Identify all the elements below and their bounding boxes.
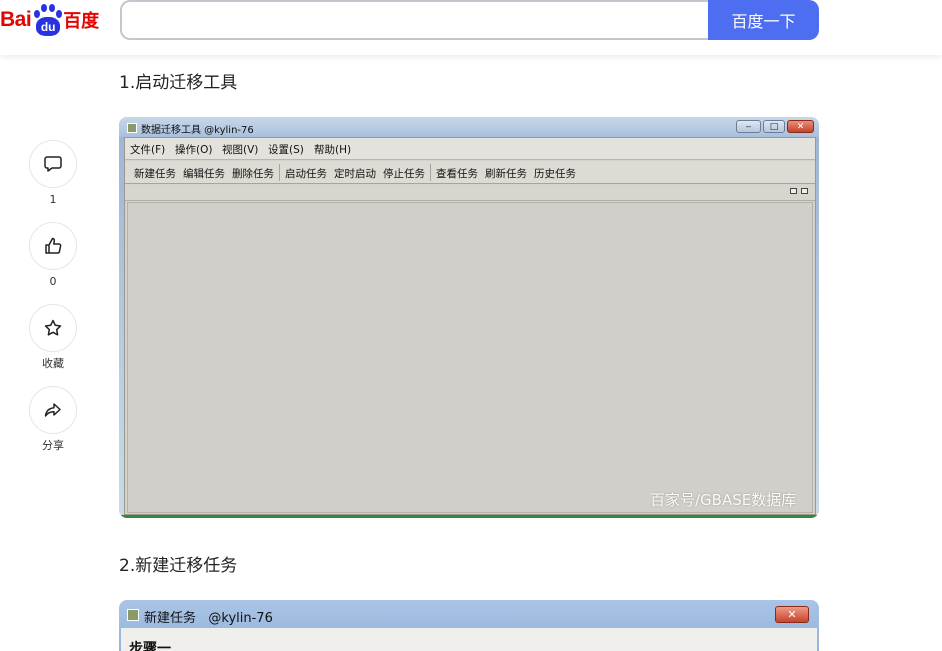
close-button: ✕	[775, 606, 809, 623]
share-icon	[44, 403, 61, 417]
app-icon	[127, 609, 139, 621]
logo-latin-text: Bai	[0, 8, 32, 31]
favorite-button[interactable]	[29, 304, 77, 352]
search-input[interactable]	[120, 0, 710, 40]
section-heading-2: 2.新建迁移任务	[119, 556, 238, 576]
window-body: 文件(F) 操作(O) 视图(V) 设置(S) 帮助(H) 新建任务 编辑任务 …	[124, 137, 816, 515]
paw-icon: du	[32, 3, 63, 37]
menu-file: 文件(F)	[130, 144, 166, 156]
maximize-button: □	[763, 120, 785, 133]
menu-settings: 设置(S)	[268, 144, 304, 156]
share-action: 分享	[29, 386, 77, 453]
tool-schedule-start: 定时启动	[334, 168, 376, 180]
tool-edit-task: 编辑任务	[183, 168, 225, 180]
minimize-button: ‒	[736, 120, 761, 133]
comment-count: 1	[49, 193, 57, 206]
window-title: 新建任务 @kylin-76	[144, 611, 273, 626]
comment-action: 1	[29, 140, 77, 207]
baidu-logo[interactable]: Bai du 百度	[0, 2, 104, 38]
comment-icon	[44, 156, 62, 172]
top-bar: Bai du 百度 百度一下	[0, 0, 942, 55]
menu-bar: 文件(F) 操作(O) 视图(V) 设置(S) 帮助(H)	[125, 138, 815, 160]
tool-new-task: 新建任务	[134, 168, 176, 180]
comment-button[interactable]	[29, 140, 77, 188]
child-window-bar	[125, 185, 815, 201]
share-button[interactable]	[29, 386, 77, 434]
taskbar-edge	[119, 515, 819, 518]
tool-start-task: 启动任务	[285, 168, 327, 180]
favorite-label: 收藏	[42, 357, 64, 370]
tool-delete-task: 删除任务	[232, 168, 274, 180]
menu-operate: 操作(O)	[175, 144, 213, 156]
app-icon	[127, 123, 137, 133]
watermark: 百家号/GBASE数据库	[650, 491, 797, 509]
toolbar-separator	[430, 164, 431, 181]
share-label: 分享	[42, 439, 64, 452]
screenshot-new-task: 新建任务 @kylin-76 ✕ 步骤一	[119, 600, 819, 651]
tool-refresh-task: 刷新任务	[485, 168, 527, 180]
tool-bar: 新建任务 编辑任务 删除任务 启动任务 定时启动 停止任务 查看任务 刷新任务 …	[125, 161, 815, 184]
logo-chinese-text: 百度	[63, 11, 100, 32]
search-box: 百度一下	[120, 0, 819, 40]
like-action: 0	[29, 222, 77, 289]
step-label: 步骤一	[129, 641, 171, 651]
section-heading-1: 1.启动迁移工具	[119, 73, 238, 93]
thumbs-up-icon	[45, 237, 62, 254]
window-title: 数据迁移工具 @kylin-76	[141, 125, 254, 136]
child-restore-icon	[801, 188, 808, 194]
toolbar-separator	[279, 164, 280, 181]
screenshot-migration-tool: 数据迁移工具 @kylin-76 ‒ □ ✕ 文件(F) 操作(O) 视图(V)…	[119, 117, 819, 518]
child-minimize-icon	[790, 188, 797, 194]
workspace-area	[127, 202, 813, 513]
favorite-action: 收藏	[29, 304, 77, 371]
logo-paw-text: du	[40, 19, 56, 34]
tool-view-task: 查看任务	[436, 168, 478, 180]
window-body: 步骤一	[121, 628, 817, 651]
tool-stop-task: 停止任务	[383, 168, 425, 180]
menu-view: 视图(V)	[222, 144, 259, 156]
tool-history-task: 历史任务	[534, 168, 576, 180]
search-button[interactable]: 百度一下	[708, 0, 819, 40]
star-icon	[44, 319, 62, 336]
like-count: 0	[49, 275, 57, 288]
window-title-bar: 数据迁移工具 @kylin-76 ‒ □ ✕	[119, 117, 819, 137]
like-button[interactable]	[29, 222, 77, 270]
menu-help: 帮助(H)	[314, 144, 352, 156]
close-button: ✕	[787, 120, 814, 133]
